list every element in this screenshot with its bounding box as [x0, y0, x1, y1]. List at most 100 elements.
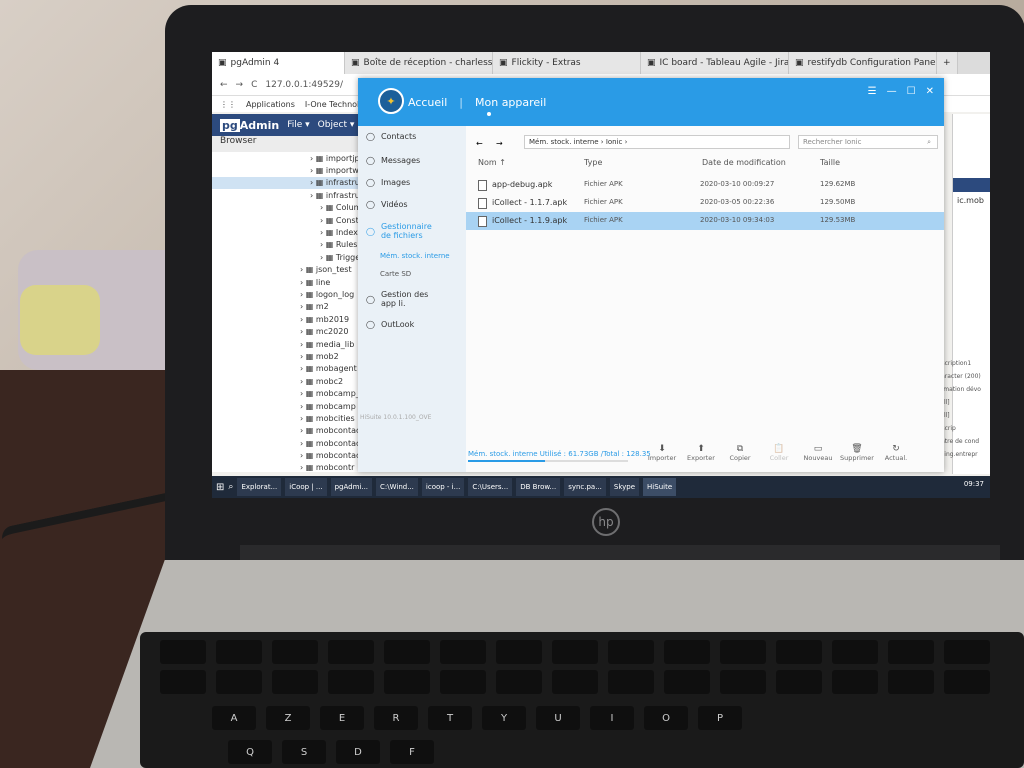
sidebar-item[interactable]: ◯ Gestion des app li.	[366, 290, 466, 308]
nav-home[interactable]: Accueil	[408, 96, 447, 109]
col-type[interactable]: Type	[584, 158, 602, 167]
tree-node[interactable]: › ▦ mobcontr	[212, 462, 362, 474]
tree-node[interactable]: › ▦ Indexes	[212, 226, 367, 238]
action-copier[interactable]: ⧉ Copier	[720, 444, 760, 462]
refresh-icon: ↻	[892, 444, 900, 454]
tree-node[interactable]: › ▦ mobcontac	[212, 425, 362, 437]
search-icon[interactable]: ⌕	[927, 138, 931, 147]
key: I	[590, 706, 634, 730]
close-icon[interactable]: ✕	[926, 86, 934, 97]
forward-arrow-icon[interactable]: →	[496, 139, 503, 148]
file-row[interactable]: iCollect - 1.1.9.apk Fichier APK 2020-03-1…	[466, 212, 944, 230]
tree-node[interactable]: › ▦ infrastruct	[212, 189, 367, 201]
taskbar-item[interactable]: iCoop | ...	[285, 478, 327, 496]
action-nouveau[interactable]: ▭ Nouveau	[798, 444, 838, 462]
browser-tab[interactable]: ▣ restifydb Configuration Panel	[789, 52, 937, 74]
file-row[interactable]: iCollect - 1.1.7.apk Fichier APK 2020-03-0…	[466, 194, 944, 212]
col-date[interactable]: Date de modification	[702, 158, 786, 167]
path-breadcrumb[interactable]: Mém. stock. interne › Ionic ›	[524, 135, 790, 149]
tree-node[interactable]: › ▦ logon_log	[212, 288, 362, 300]
tree-node[interactable]: › ▦ mobc2	[212, 375, 362, 387]
mail-icon: ◯	[366, 320, 375, 329]
search-taskbar-icon[interactable]: ⌕	[228, 482, 233, 492]
table-icon: ▦	[305, 351, 316, 361]
browser-tab[interactable]: ▣ pgAdmin 4	[212, 52, 345, 74]
table-icon: ▦	[305, 277, 316, 287]
tree-node[interactable]: › ▦ mob2	[212, 350, 362, 362]
taskbar-clock[interactable]: 09:37	[964, 480, 984, 488]
key	[440, 670, 486, 694]
menu-file[interactable]: File ▾	[287, 120, 309, 130]
back-icon[interactable]: ←	[220, 80, 228, 90]
sidebar-item-label: OutLook	[380, 320, 415, 329]
address-text[interactable]: 127.0.0.1:49529/	[265, 80, 343, 90]
tree-node[interactable]: › ▦ importjpr	[212, 152, 363, 164]
sidebar-subitem[interactable]: Carte SD	[380, 270, 411, 278]
bookmark-applications[interactable]: Applications	[246, 100, 295, 109]
action-supprimer[interactable]: 🗑 Supprimer	[837, 444, 877, 462]
action-exporter[interactable]: ⬆ Exporter	[681, 444, 721, 462]
taskbar-item[interactable]: HiSuite	[643, 478, 677, 496]
sidebar-item[interactable]: ◯ OutLook	[366, 320, 466, 329]
search-input[interactable]: Rechercher Ionic ⌕	[798, 135, 938, 149]
apps-icon[interactable]: ⋮⋮	[220, 100, 236, 109]
right-tab[interactable]: ic.mob	[957, 196, 984, 205]
sidebar-item[interactable]: ◯ Gestionnaire de fichiers	[366, 222, 466, 240]
taskbar-item[interactable]: C:\Wind...	[376, 478, 418, 496]
tree-node[interactable]: › ▦ Rules	[212, 239, 362, 251]
action-importer[interactable]: ⬇ Importer	[642, 444, 682, 462]
reload-icon[interactable]: C	[251, 80, 257, 90]
taskbar-item[interactable]: DB Brow...	[516, 478, 561, 496]
sidebar-item[interactable]: ◯ Messages	[366, 156, 466, 165]
tree-node[interactable]: › ▦ mc2020	[212, 325, 362, 337]
forward-icon[interactable]: →	[236, 80, 244, 90]
tree-node[interactable]: › ▦ m2	[212, 301, 362, 313]
new-tab-icon[interactable]: +	[937, 52, 958, 74]
sidebar-item[interactable]: ◯ Images	[366, 178, 466, 187]
back-arrow-icon[interactable]: ←	[476, 139, 483, 148]
col-size[interactable]: Taille	[820, 158, 840, 167]
maximize-icon[interactable]: ☐	[907, 86, 916, 97]
tree-node[interactable]: › ▦ mobcontac	[212, 437, 362, 449]
menu-object[interactable]: Object ▾	[318, 120, 355, 130]
action-coller[interactable]: 📋 Coller	[759, 444, 799, 462]
windows-start-icon[interactable]: ⊞	[216, 482, 224, 493]
taskbar-item[interactable]: C:\Users...	[468, 478, 513, 496]
tree-node[interactable]: › ▦ mobcontac	[212, 449, 362, 461]
sidebar-item[interactable]: ◯ Vidéos	[366, 200, 466, 209]
action-actual[interactable]: ↻ Actual.	[876, 444, 916, 462]
key-label: I	[610, 712, 614, 724]
tree-node[interactable]: › ▦ infrastruct	[212, 176, 367, 190]
tree-node[interactable]: › ▦ mobcamp	[212, 400, 362, 412]
tree-node[interactable]: › ▦ line	[212, 276, 362, 288]
browser-tab[interactable]: ▣ IC board - Tableau Agile - Jira	[641, 52, 789, 74]
tree-node-label: mobcontac	[315, 451, 361, 461]
tree-node[interactable]: › ▦ mobagent	[212, 363, 362, 375]
minimize-icon[interactable]: —	[887, 86, 897, 97]
tree-node[interactable]: › ▦ mb2019	[212, 313, 362, 325]
tree-node[interactable]: › ▦ mobcamp_	[212, 387, 362, 399]
tree-node[interactable]: › ▦ Trigger	[212, 251, 363, 263]
sidebar-subitem[interactable]: Mém. stock. interne	[380, 252, 450, 260]
taskbar-item[interactable]: icoop - i...	[421, 478, 465, 496]
col-name[interactable]: Nom ↑	[478, 158, 506, 167]
tree-node[interactable]: › ▦ Constr	[212, 214, 362, 226]
menu-icon[interactable]: ☰	[868, 86, 877, 97]
tree-node[interactable]: › ▦ Column	[212, 202, 367, 214]
file-row[interactable]: app-debug.apk Fichier APK 2020-03-10 00:09…	[466, 176, 944, 194]
tree-node[interactable]: › ▦ mobcities	[212, 412, 362, 424]
tree-node-label: mb2019	[315, 314, 350, 324]
taskbar-item[interactable]: Explorat...	[237, 478, 282, 496]
taskbar-item[interactable]: Skype	[609, 478, 640, 496]
taskbar-item[interactable]: sync.pa...	[564, 478, 606, 496]
tree-node[interactable]: › ▦ media_lib	[212, 338, 362, 350]
nav-my-device[interactable]: Mon appareil	[475, 96, 546, 109]
taskbar-item[interactable]: pgAdmi...	[330, 478, 373, 496]
browser-tab[interactable]: ▣ Boîte de réception - charlesso	[345, 52, 493, 74]
tree-node[interactable]: › ▦ importwo	[212, 164, 364, 176]
sidebar-item[interactable]: ◯ Contacts	[366, 132, 466, 141]
browser-tab[interactable]: ▣ Flickity - Extras	[493, 52, 641, 74]
hisuite-window: ✦ Accueil | Mon appareil ☰ — ☐ ✕ ◯ Contac…	[358, 78, 944, 472]
tree-node[interactable]: › ▦ json_test	[212, 264, 362, 276]
file-size: 129.62MB	[820, 180, 856, 188]
